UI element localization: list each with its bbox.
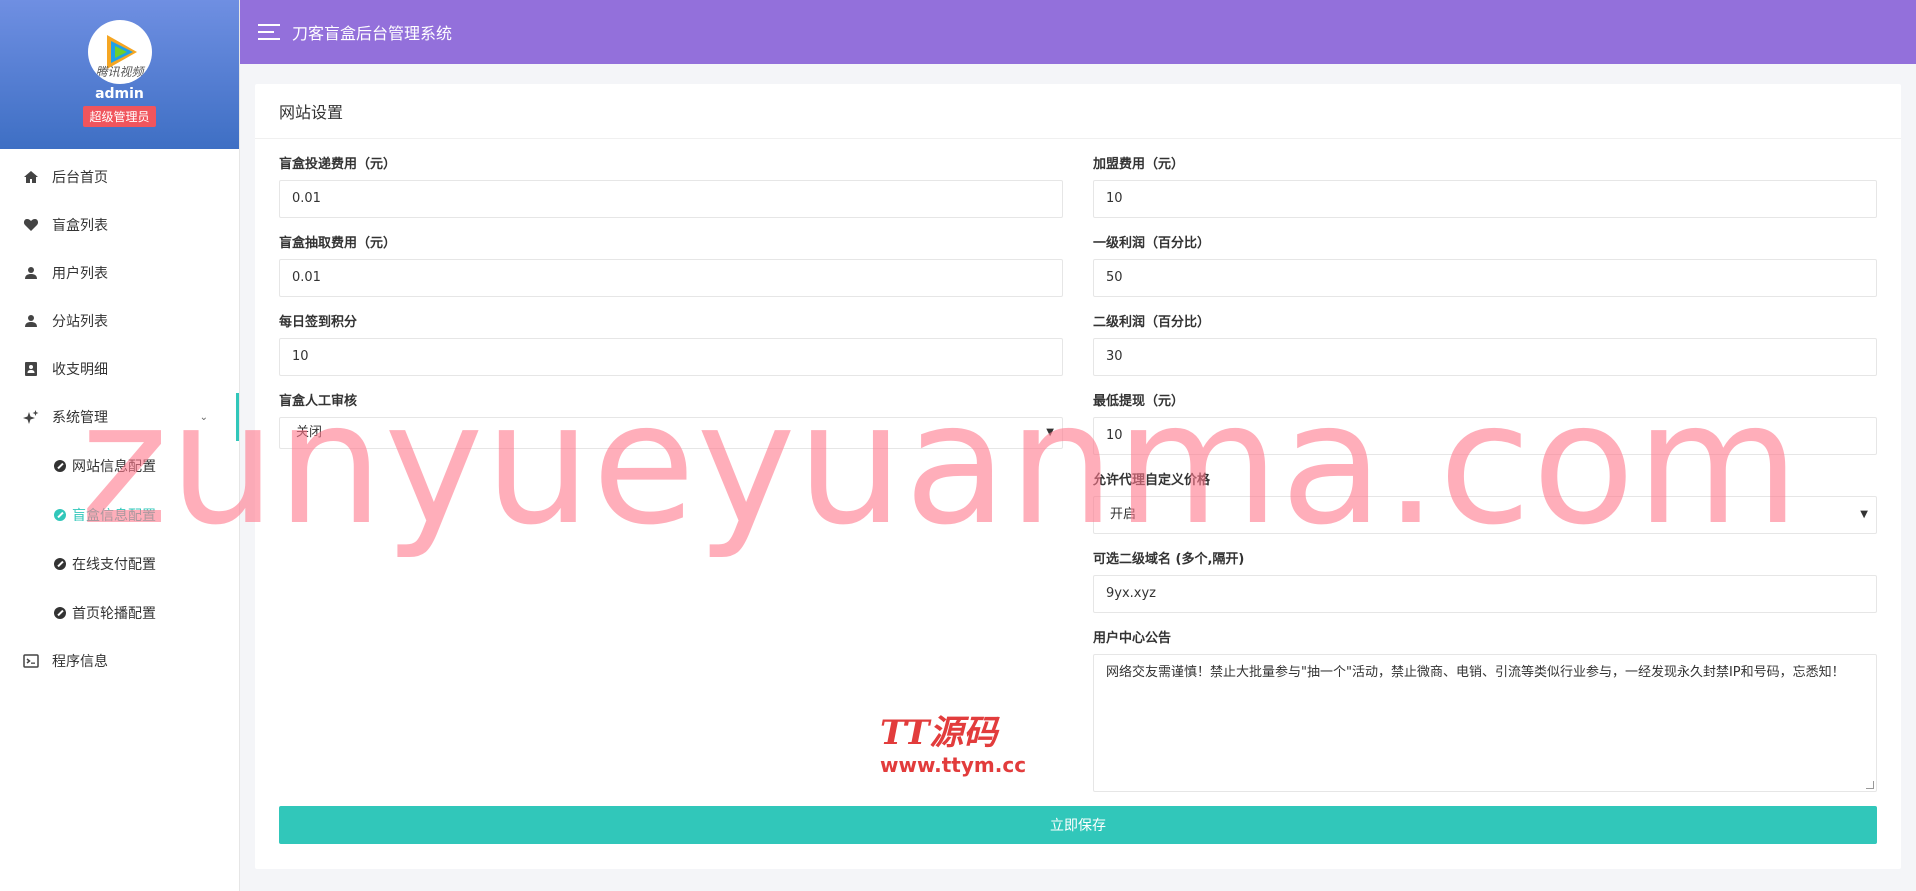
blindbox-post-fee-input[interactable]: 0.01 (279, 180, 1063, 218)
form-column-left: 盲盒投递费用（元） 0.01 盲盒抽取费用（元） 0.01 每日签到积分 10 … (279, 156, 1063, 466)
sidebar-item-program-info[interactable]: 程序信息 (0, 637, 239, 685)
profile-panel: 腾讯视频 admin 超级管理员 (0, 0, 239, 149)
sidebar-item-label: 程序信息 (52, 654, 108, 670)
settings-card: 网站设置 盲盒投递费用（元） 0.01 盲盒抽取费用（元） 0.01 每日签到积… (255, 84, 1901, 869)
field-agent-custom-price: 允许代理自定义价格 开启 ▼ (1093, 472, 1877, 534)
terminal-icon (22, 652, 40, 670)
heart-icon (22, 216, 40, 234)
submenu-item-label: 在线支付配置 (72, 556, 156, 573)
sparkle-icon (22, 408, 40, 426)
field-user-announcement: 用户中心公告 网络交友需谨慎！禁止大批量参与"抽一个"活动，禁止微商、电销、引流… (1093, 630, 1877, 792)
top-header: 刀客盲盒后台管理系统 (240, 0, 1916, 64)
sidebar-item-substation-list[interactable]: 分站列表 (0, 297, 239, 345)
sidebar: 腾讯视频 admin 超级管理员 后台首页 盲盒列表 用户列表 分站列表 收支明… (0, 0, 240, 891)
submenu-item-label: 网站信息配置 (72, 458, 156, 475)
daily-checkin-points-input[interactable]: 10 (279, 338, 1063, 376)
field-label: 可选二级域名 (多个,隔开) (1093, 552, 1245, 567)
field-label: 每日签到积分 (279, 315, 358, 330)
submenu-item-label: 盲盒信息配置 (72, 507, 156, 524)
field-label: 用户中心公告 (1093, 631, 1172, 646)
sidebar-item-label: 盲盒列表 (52, 218, 108, 234)
select-value: 开启 (1110, 507, 1137, 522)
avatar[interactable]: 腾讯视频 (87, 20, 152, 84)
resize-handle-icon[interactable] (1866, 781, 1874, 789)
role-badge: 超级管理员 (83, 106, 156, 127)
field-label: 允许代理自定义价格 (1093, 473, 1211, 488)
username: admin (95, 86, 144, 102)
franchise-fee-input[interactable]: 10 (1093, 180, 1877, 218)
field-blindbox-post-fee: 盲盒投递费用（元） 0.01 (279, 156, 1063, 218)
caret-down-icon: ▼ (1046, 427, 1054, 438)
sidebar-item-label: 后台首页 (52, 170, 108, 186)
sidebar-item-user-list[interactable]: 用户列表 (0, 249, 239, 297)
field-blindbox-draw-fee: 盲盒抽取费用（元） 0.01 (279, 235, 1063, 297)
compass-icon (54, 459, 66, 472)
field-franchise-fee: 加盟费用（元） 10 (1093, 156, 1877, 218)
textarea-value: 网络交友需谨慎！禁止大批量参与"抽一个"活动，禁止微商、电销、引流等类似行业参与… (1106, 665, 1845, 680)
sidebar-item-label: 收支明细 (52, 362, 108, 378)
field-min-withdraw: 最低提现（元） 10 (1093, 393, 1877, 455)
level2-profit-input[interactable]: 30 (1093, 338, 1877, 376)
field-label: 二级利润（百分比） (1093, 315, 1211, 330)
field-subdomains: 可选二级域名 (多个,隔开) 9yx.xyz (1093, 551, 1877, 613)
card-title: 网站设置 (255, 84, 1901, 139)
field-label: 一级利润（百分比） (1093, 236, 1211, 251)
app-title: 刀客盲盒后台管理系统 (292, 24, 453, 43)
sidebar-item-label: 系统管理 (52, 410, 108, 426)
level1-profit-input[interactable]: 50 (1093, 259, 1877, 297)
submenu-item-payment-config[interactable]: 在线支付配置 (0, 539, 239, 588)
menu-toggle-icon[interactable] (258, 24, 280, 40)
contact-icon (22, 360, 40, 378)
sidebar-item-blindbox-list[interactable]: 盲盒列表 (0, 201, 239, 249)
manual-review-select[interactable]: 关闭 ▼ (279, 417, 1063, 449)
field-label: 加盟费用（元） (1093, 157, 1185, 172)
sidebar-item-system[interactable]: 系统管理 ⌄ (0, 393, 239, 441)
sidebar-item-label: 用户列表 (52, 266, 108, 282)
submenu-item-site-config[interactable]: 网站信息配置 (0, 441, 239, 490)
sidebar-item-finance[interactable]: 收支明细 (0, 345, 239, 393)
compass-icon (54, 508, 66, 521)
select-value: 关闭 (296, 425, 323, 440)
subdomains-input[interactable]: 9yx.xyz (1093, 575, 1877, 613)
field-label: 盲盒人工审核 (279, 394, 358, 409)
home-icon (22, 168, 40, 186)
agent-custom-price-select[interactable]: 开启 ▼ (1093, 496, 1877, 534)
caret-down-icon: ▼ (1860, 509, 1868, 520)
form-column-right: 加盟费用（元） 10 一级利润（百分比） 50 二级利润（百分比） 30 最低提… (1093, 156, 1877, 809)
field-manual-review: 盲盒人工审核 关闭 ▼ (279, 393, 1063, 449)
chevron-down-icon: ⌄ (199, 411, 208, 423)
field-daily-checkin-points: 每日签到积分 10 (279, 314, 1063, 376)
user-icon (22, 312, 40, 330)
blindbox-draw-fee-input[interactable]: 0.01 (279, 259, 1063, 297)
submenu-item-carousel-config[interactable]: 首页轮播配置 (0, 588, 239, 637)
field-level2-profit: 二级利润（百分比） 30 (1093, 314, 1877, 376)
submenu-item-blindbox-config[interactable]: 盲盒信息配置 (0, 490, 239, 539)
compass-icon (54, 557, 66, 570)
field-label: 盲盒抽取费用（元） (279, 236, 397, 251)
compass-icon (54, 606, 66, 619)
field-level1-profit: 一级利润（百分比） 50 (1093, 235, 1877, 297)
field-label: 盲盒投递费用（元） (279, 157, 397, 172)
sidebar-menu: 后台首页 盲盒列表 用户列表 分站列表 收支明细 系统管理 ⌄ 网站信息配置 盲… (0, 149, 239, 685)
sidebar-item-label: 分站列表 (52, 314, 108, 330)
field-label: 最低提现（元） (1093, 394, 1185, 409)
user-icon (22, 264, 40, 282)
submenu-item-label: 首页轮播配置 (72, 605, 156, 622)
min-withdraw-input[interactable]: 10 (1093, 417, 1877, 455)
user-announcement-textarea[interactable]: 网络交友需谨慎！禁止大批量参与"抽一个"活动，禁止微商、电销、引流等类似行业参与… (1093, 654, 1877, 792)
save-button[interactable]: 立即保存 (279, 806, 1877, 844)
avatar-caption: 腾讯视频 (95, 65, 144, 79)
sidebar-item-home[interactable]: 后台首页 (0, 153, 239, 201)
